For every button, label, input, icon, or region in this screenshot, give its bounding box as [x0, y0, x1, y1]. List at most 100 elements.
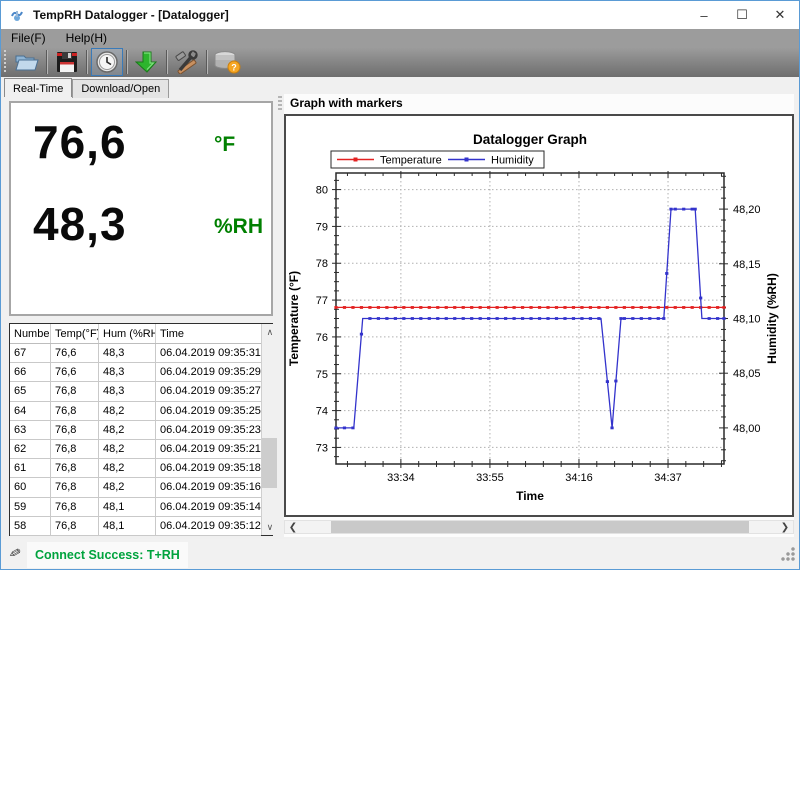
y-right-tick-label: 48,00 [733, 423, 761, 435]
app-window: TempRH Datalogger - [Datalogger] – ☐ ✕ F… [0, 0, 800, 570]
table-cell: 76,6 [51, 344, 99, 362]
readout-panel: 76,6 °F 48,3 %RH [9, 101, 273, 316]
table-cell: 64 [10, 402, 51, 420]
toolbar-separator [86, 50, 88, 74]
tab-download-open[interactable]: Download/Open [72, 79, 169, 98]
y-left-tick-label: 74 [316, 406, 328, 418]
y-left-tick-label: 78 [316, 258, 328, 270]
toolbar: ? [1, 47, 799, 77]
column-header[interactable]: Hum (%RH) [99, 324, 156, 343]
database-help-button[interactable]: ? [211, 48, 243, 76]
scroll-up-icon[interactable]: ∧ [261, 324, 278, 340]
y-right-axis-title: Humidity (%RH) [765, 273, 779, 364]
humidity-value: 48,3 [33, 197, 127, 251]
temperature-unit: °F [214, 133, 235, 157]
table-cell: 65 [10, 382, 51, 400]
graph-scrollbar[interactable]: ❮ ❯ [284, 520, 794, 534]
table-row[interactable]: 5976,848,106.04.2019 09:35:14 [10, 498, 261, 517]
scroll-left-icon[interactable]: ❮ [285, 521, 301, 533]
table-scroll-thumb[interactable] [262, 438, 277, 488]
table-cell: 48,1 [99, 517, 156, 535]
close-button[interactable]: ✕ [761, 1, 799, 29]
table-cell: 48,3 [99, 382, 156, 400]
app-logo-icon [9, 7, 25, 23]
table-cell: 76,8 [51, 402, 99, 420]
legend-label: Humidity [491, 155, 534, 167]
tools-icon [174, 50, 200, 74]
status-message: Connect Success: T+RH [35, 548, 180, 562]
tab-real-time[interactable]: Real-Time [4, 78, 72, 97]
clock-button[interactable] [91, 48, 123, 76]
table-cell: 76,8 [51, 459, 99, 477]
table-cell: 76,8 [51, 421, 99, 439]
toolbar-grip[interactable] [3, 50, 8, 74]
table-scroll-track[interactable] [261, 340, 278, 519]
x-tick-label: 33:55 [476, 472, 504, 484]
probe-pen-icon: ✎ [7, 544, 23, 563]
y-left-axis-title: Temperature (°F) [287, 271, 301, 366]
minimize-button[interactable]: – [685, 1, 723, 29]
table-cell: 61 [10, 459, 51, 477]
graph-scroll-track[interactable] [301, 521, 777, 533]
y-left-tick-label: 76 [316, 332, 328, 344]
graph-panel: Graph with markers Datalogger Graph33:34… [284, 94, 794, 537]
scroll-down-icon[interactable]: ∨ [261, 519, 278, 535]
x-tick-label: 33:34 [387, 472, 415, 484]
x-tick-label: 34:37 [654, 472, 682, 484]
graph-scroll-thumb[interactable] [331, 521, 749, 533]
download-button[interactable] [131, 48, 163, 76]
table-row[interactable]: 5876,848,106.04.2019 09:35:12 [10, 517, 261, 536]
open-file-icon [14, 50, 40, 74]
toolbar-separator [46, 50, 48, 74]
save-icon [55, 50, 79, 74]
table-cell: 06.04.2019 09:35:23 [156, 421, 261, 439]
graph-panel-header: Graph with markers [284, 94, 794, 112]
table-row[interactable]: 6676,648,306.04.2019 09:35:29 [10, 363, 261, 382]
table-row[interactable]: 6776,648,306.04.2019 09:35:31 [10, 344, 261, 363]
column-header[interactable]: Time [156, 324, 261, 343]
table-row[interactable]: 6576,848,306.04.2019 09:35:27 [10, 382, 261, 401]
maximize-button[interactable]: ☐ [723, 1, 761, 29]
tools-button[interactable] [171, 48, 203, 76]
database-help-icon: ? [212, 49, 242, 75]
legend-label: Temperature [380, 155, 442, 167]
table-cell: 48,2 [99, 478, 156, 496]
table-cell: 48,3 [99, 344, 156, 362]
column-header[interactable]: Temp(°F) [51, 324, 99, 343]
table-cell: 48,2 [99, 421, 156, 439]
resize-grip-icon[interactable] [781, 547, 795, 561]
status-bar: ✎ Connect Success: T+RH [1, 539, 799, 569]
menu-item-helph[interactable]: Help(H) [56, 29, 117, 47]
window-title: TempRH Datalogger - [Datalogger] [33, 8, 229, 22]
table-row[interactable]: 6276,848,206.04.2019 09:35:21 [10, 440, 261, 459]
menu-bar: File(F)Help(H) [1, 29, 799, 47]
toolbar-separator [166, 50, 168, 74]
clock-icon [95, 50, 119, 74]
table-cell: 06.04.2019 09:35:21 [156, 440, 261, 458]
app-root: TempRH Datalogger - [Datalogger] – ☐ ✕ F… [0, 0, 800, 800]
table-cell: 76,8 [51, 478, 99, 496]
scroll-right-icon[interactable]: ❯ [777, 521, 793, 533]
table-row[interactable]: 6176,848,206.04.2019 09:35:18 [10, 459, 261, 478]
column-header[interactable]: Number [10, 324, 51, 343]
datalogger-chart: Datalogger Graph33:3433:5534:1634:377374… [284, 114, 794, 517]
x-axis-title: Time [516, 489, 544, 503]
open-file-button[interactable] [11, 48, 43, 76]
y-right-tick-label: 48,15 [733, 259, 761, 271]
y-left-tick-label: 75 [316, 369, 328, 381]
table-cell: 58 [10, 517, 51, 535]
table-cell: 48,3 [99, 363, 156, 381]
toolbar-separator [126, 50, 128, 74]
table-scrollbar[interactable]: ∧ ∨ [261, 324, 278, 535]
table-row[interactable]: 6376,848,206.04.2019 09:35:23 [10, 421, 261, 440]
table-cell: 67 [10, 344, 51, 362]
table-row[interactable]: 6076,848,206.04.2019 09:35:16 [10, 478, 261, 497]
menu-item-filef[interactable]: File(F) [1, 29, 56, 47]
save-button[interactable] [51, 48, 83, 76]
y-right-tick-label: 48,05 [733, 368, 761, 380]
chart-legend: Temperature Humidity [331, 151, 544, 168]
y-left-tick-label: 79 [316, 221, 328, 233]
table-cell: 59 [10, 498, 51, 516]
table-row[interactable]: 6476,848,206.04.2019 09:35:25 [10, 402, 261, 421]
y-right-tick-label: 48,10 [733, 314, 761, 326]
